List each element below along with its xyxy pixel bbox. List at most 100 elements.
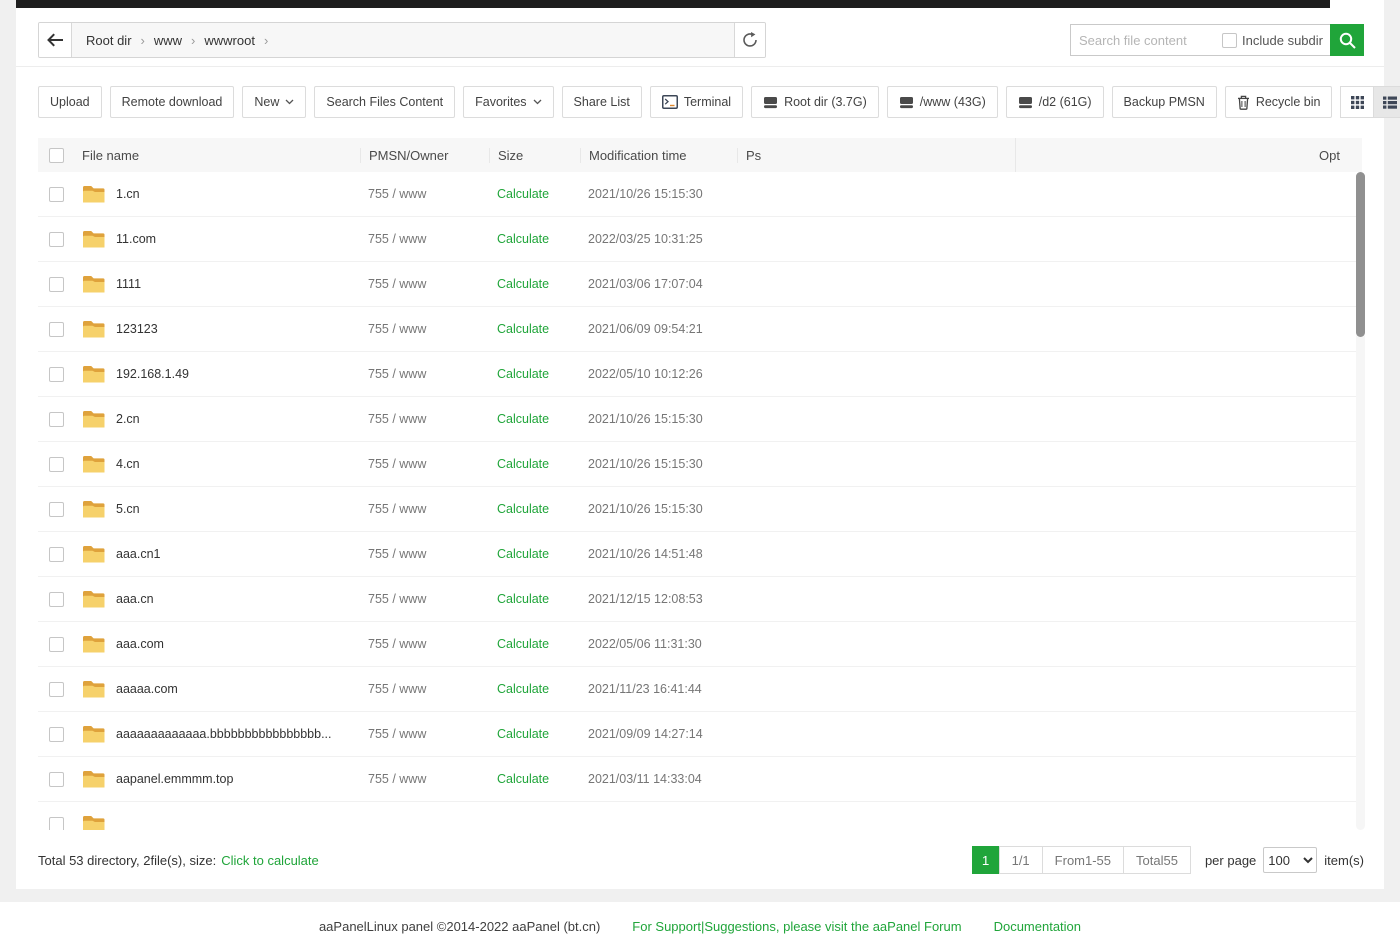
terminal-button[interactable]: Terminal bbox=[650, 86, 743, 118]
search-icon bbox=[1338, 31, 1357, 50]
disk-www-button[interactable]: /www (43G) bbox=[887, 86, 998, 118]
folder-icon bbox=[82, 500, 105, 519]
calculate-size-link[interactable]: Calculate bbox=[497, 772, 549, 786]
calculate-size-link[interactable]: Calculate bbox=[497, 232, 549, 246]
breadcrumb-item-wwwroot[interactable]: wwwroot bbox=[204, 33, 255, 48]
file-name-link[interactable]: aaaaa.com bbox=[116, 682, 178, 696]
remote-download-button[interactable]: Remote download bbox=[110, 86, 235, 118]
disk-d2-button[interactable]: /d2 (61G) bbox=[1006, 86, 1104, 118]
include-subdir-checkbox[interactable] bbox=[1222, 33, 1237, 48]
include-subdir-option[interactable]: Include subdir bbox=[1222, 33, 1330, 48]
calculate-size-link[interactable]: Calculate bbox=[497, 367, 549, 381]
row-checkbox[interactable] bbox=[49, 367, 64, 382]
file-name-link[interactable]: aaa.com bbox=[116, 637, 164, 651]
row-checkbox[interactable] bbox=[49, 727, 64, 742]
calculate-size-link[interactable]: Calculate bbox=[497, 457, 549, 471]
disk-rootdir-button[interactable]: Root dir (3.7G) bbox=[751, 86, 879, 118]
row-checkbox[interactable] bbox=[49, 457, 64, 472]
recycle-bin-button[interactable]: Recycle bin bbox=[1225, 86, 1333, 118]
refresh-icon bbox=[742, 32, 758, 48]
calculate-size-link[interactable]: Calculate bbox=[497, 502, 549, 516]
row-modification-time: 2021/10/26 15:15:30 bbox=[580, 412, 737, 426]
file-name-link[interactable]: 11.com bbox=[116, 232, 156, 246]
row-checkbox[interactable] bbox=[49, 682, 64, 697]
table-row: 2.cn 755 / www Calculate 2021/10/26 15:1… bbox=[38, 397, 1362, 442]
file-name-link[interactable]: 2.cn bbox=[116, 412, 140, 426]
grid-view-icon bbox=[1350, 95, 1365, 110]
file-name-link[interactable]: 1.cn bbox=[116, 187, 140, 201]
favorites-menu-button[interactable]: Favorites bbox=[463, 86, 553, 118]
row-checkbox[interactable] bbox=[49, 502, 64, 517]
row-checkbox[interactable] bbox=[49, 547, 64, 562]
search-button[interactable] bbox=[1330, 24, 1364, 56]
row-modification-time: 2022/03/25 10:31:25 bbox=[580, 232, 737, 246]
file-manager-page: Root dir › www › wwwroot › bbox=[0, 0, 1400, 950]
calculate-size-link[interactable]: Calculate bbox=[497, 322, 549, 336]
calculate-size-link[interactable]: Calculate bbox=[497, 547, 549, 561]
row-checkbox[interactable] bbox=[49, 817, 64, 831]
documentation-link[interactable]: Documentation bbox=[994, 919, 1081, 934]
folder-icon bbox=[82, 545, 105, 564]
breadcrumb-item-www[interactable]: www bbox=[154, 33, 182, 48]
folder-icon bbox=[82, 815, 105, 831]
file-name-link[interactable]: 192.168.1.49 bbox=[116, 367, 189, 381]
terminal-icon bbox=[662, 95, 678, 109]
row-checkbox[interactable] bbox=[49, 412, 64, 427]
row-pmsn-owner: 755 / www bbox=[360, 187, 489, 201]
share-list-button[interactable]: Share List bbox=[562, 86, 642, 118]
file-name-link[interactable]: 1111 bbox=[116, 277, 141, 291]
page-range-indicator: From1-55 bbox=[1042, 846, 1124, 874]
file-table-body: 1.cn 755 / www Calculate 2021/10/26 15:1… bbox=[38, 172, 1362, 830]
row-checkbox[interactable] bbox=[49, 592, 64, 607]
calculate-size-link[interactable]: Calculate bbox=[497, 277, 549, 291]
folder-icon bbox=[82, 455, 105, 474]
file-name-link[interactable]: aapanel.emmmm.top bbox=[116, 772, 233, 786]
breadcrumb-item-rootdir[interactable]: Root dir bbox=[86, 33, 132, 48]
row-pmsn-owner: 755 / www bbox=[360, 412, 489, 426]
select-all-checkbox[interactable] bbox=[49, 148, 64, 163]
main-panel: Root dir › www › wwwroot › bbox=[16, 0, 1384, 889]
window-top-edge bbox=[16, 0, 1330, 8]
total-count-indicator: Total55 bbox=[1123, 846, 1191, 874]
row-checkbox[interactable] bbox=[49, 232, 64, 247]
folder-icon bbox=[82, 365, 105, 384]
search-files-content-button[interactable]: Search Files Content bbox=[314, 86, 455, 118]
calculate-size-link[interactable]: Calculate bbox=[497, 412, 549, 426]
file-name-link[interactable]: aaa.cn bbox=[116, 592, 154, 606]
backup-pmsn-button[interactable]: Backup PMSN bbox=[1112, 86, 1217, 118]
file-name-link[interactable]: aaaaaaaaaaaaa.bbbbbbbbbbbbbbbb... bbox=[116, 727, 332, 741]
grid-view-button[interactable] bbox=[1340, 86, 1374, 118]
calculate-size-link[interactable]: Calculate bbox=[497, 187, 549, 201]
row-checkbox[interactable] bbox=[49, 277, 64, 292]
calculate-size-link[interactable]: Calculate bbox=[497, 682, 549, 696]
per-page-select[interactable]: 100 bbox=[1263, 847, 1317, 873]
table-scrollbar[interactable] bbox=[1356, 172, 1365, 830]
breadcrumb: Root dir › www › wwwroot › bbox=[72, 23, 734, 57]
file-name-link[interactable]: 4.cn bbox=[116, 457, 140, 471]
calculate-size-link[interactable]: Calculate bbox=[497, 592, 549, 606]
list-view-button[interactable] bbox=[1373, 86, 1400, 118]
row-modification-time: 2021/09/09 14:27:14 bbox=[580, 727, 737, 741]
page-1-button[interactable]: 1 bbox=[972, 846, 1000, 874]
row-modification-time: 2021/11/23 16:41:44 bbox=[580, 682, 737, 696]
scrollbar-thumb[interactable] bbox=[1356, 172, 1365, 337]
upload-button[interactable]: Upload bbox=[38, 86, 102, 118]
row-checkbox[interactable] bbox=[49, 322, 64, 337]
top-bar: Root dir › www › wwwroot › bbox=[38, 22, 1364, 58]
search-input[interactable] bbox=[1071, 33, 1222, 48]
calculate-size-link[interactable]: Calculate bbox=[497, 727, 549, 741]
calculate-size-link[interactable]: Calculate bbox=[497, 637, 549, 651]
row-checkbox[interactable] bbox=[49, 772, 64, 787]
row-checkbox[interactable] bbox=[49, 187, 64, 202]
support-forum-link[interactable]: For Support|Suggestions, please visit th… bbox=[632, 919, 961, 934]
row-pmsn-owner: 755 / www bbox=[360, 682, 489, 696]
file-name-link[interactable]: 5.cn bbox=[116, 502, 140, 516]
back-button[interactable] bbox=[39, 23, 72, 57]
file-name-link[interactable]: 123123 bbox=[116, 322, 158, 336]
total-size-calculate-link[interactable]: Click to calculate bbox=[221, 853, 319, 868]
file-name-link[interactable]: aaa.cn1 bbox=[116, 547, 160, 561]
row-checkbox[interactable] bbox=[49, 637, 64, 652]
new-menu-button[interactable]: New bbox=[242, 86, 306, 118]
refresh-button[interactable] bbox=[734, 23, 765, 57]
folder-icon bbox=[82, 635, 105, 654]
